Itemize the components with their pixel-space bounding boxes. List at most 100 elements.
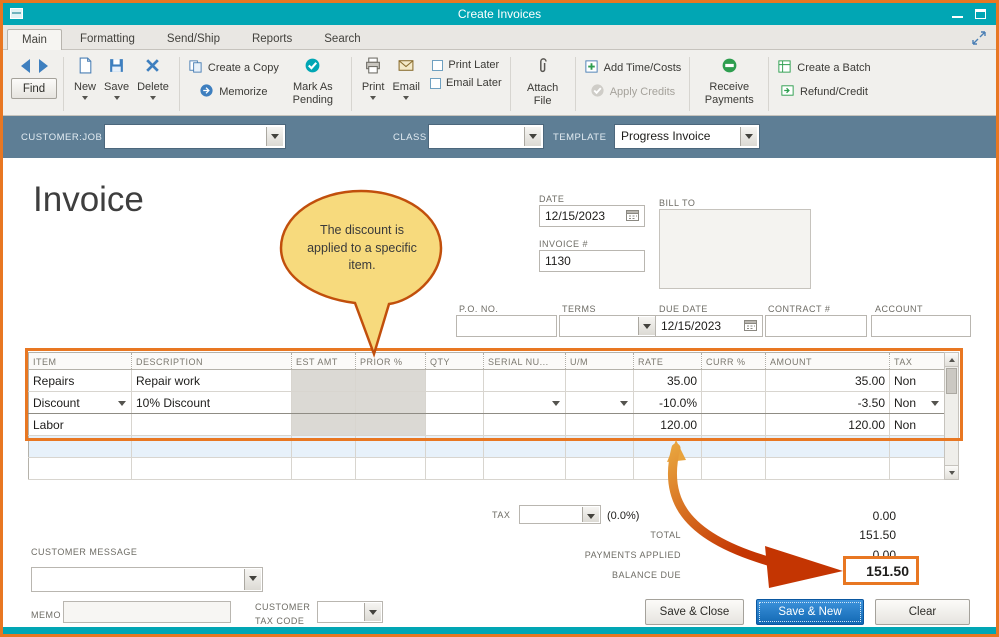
cell-description[interactable]: Repair work <box>131 369 292 392</box>
memo-field[interactable] <box>63 601 231 623</box>
cell-item[interactable]: Discount <box>28 391 132 414</box>
cell-curr-pct[interactable] <box>701 413 766 436</box>
attach-file-button[interactable]: Attach File <box>517 56 569 108</box>
cell-curr-pct[interactable] <box>701 369 766 392</box>
print-later-checkbox-row[interactable]: Print Later <box>430 56 501 74</box>
find-button[interactable]: Find <box>11 78 57 99</box>
table-scrollbar[interactable] <box>944 352 959 480</box>
cell-description[interactable] <box>131 413 292 436</box>
tab-formatting[interactable]: Formatting <box>66 29 149 50</box>
cell-rate[interactable]: 35.00 <box>633 369 702 392</box>
forward-icon[interactable] <box>38 59 48 73</box>
customer-message-select[interactable] <box>31 567 263 592</box>
cell-amount[interactable]: 35.00 <box>765 369 890 392</box>
scroll-up-icon[interactable] <box>945 353 958 367</box>
customer-job-select[interactable] <box>105 125 285 148</box>
customer-tax-code-select[interactable] <box>317 601 383 623</box>
cell-um[interactable] <box>565 369 634 392</box>
due-date-field[interactable]: 12/15/2023 <box>655 315 763 337</box>
apply-credits-button[interactable]: Apply Credits <box>588 80 677 104</box>
cell-tax[interactable]: Non <box>889 413 945 436</box>
scrollbar-thumb[interactable] <box>946 368 957 394</box>
email-later-checkbox-row[interactable]: Email Later <box>428 74 504 92</box>
dropdown-arrow-icon[interactable] <box>931 400 939 410</box>
cell-description[interactable] <box>131 457 292 480</box>
cell-amount[interactable]: -3.50 <box>765 391 890 414</box>
cell-um[interactable] <box>565 457 634 480</box>
delete-button[interactable]: Delete <box>133 56 173 104</box>
cell-qty[interactable] <box>425 413 484 436</box>
dropdown-arrow-icon[interactable] <box>552 400 560 410</box>
invoice-number-field[interactable]: 1130 <box>539 250 645 272</box>
chevron-down-icon[interactable] <box>364 603 381 621</box>
memorize-button[interactable]: Memorize <box>197 80 269 104</box>
cell-amount[interactable] <box>765 435 890 458</box>
cell-tax[interactable]: Non <box>889 391 945 414</box>
cell-tax[interactable] <box>889 457 945 480</box>
cell-item[interactable]: Labor <box>28 413 132 436</box>
email-later-checkbox[interactable] <box>429 77 441 89</box>
cell-serial[interactable] <box>483 457 566 480</box>
cell-rate[interactable] <box>633 435 702 458</box>
save-close-button[interactable]: Save & Close <box>645 599 744 625</box>
tab-search[interactable]: Search <box>310 29 374 50</box>
cell-description[interactable] <box>131 435 292 458</box>
class-select[interactable] <box>429 125 543 148</box>
cell-um[interactable] <box>565 391 634 414</box>
email-button[interactable]: Email <box>388 56 424 104</box>
date-field[interactable]: 12/15/2023 <box>539 205 645 227</box>
cell-item[interactable] <box>28 435 132 458</box>
window-menu-icon[interactable] <box>10 8 23 19</box>
cell-serial[interactable] <box>483 435 566 458</box>
tab-send-ship[interactable]: Send/Ship <box>153 29 234 50</box>
cell-serial[interactable] <box>483 369 566 392</box>
cell-curr-pct[interactable] <box>701 391 766 414</box>
cell-qty[interactable] <box>425 369 484 392</box>
bill-to-box[interactable] <box>659 209 811 289</box>
account-field[interactable] <box>871 315 971 337</box>
cell-qty[interactable] <box>425 457 484 480</box>
print-button[interactable]: Print <box>358 56 389 104</box>
mark-as-pending-button[interactable]: Mark As Pending <box>281 56 345 107</box>
calendar-icon[interactable] <box>626 209 639 224</box>
refund-credit-button[interactable]: Refund/Credit <box>778 80 870 104</box>
cell-rate[interactable] <box>633 457 702 480</box>
create-a-copy-button[interactable]: Create a Copy <box>186 56 281 80</box>
cell-um[interactable] <box>565 435 634 458</box>
cell-amount[interactable] <box>765 457 890 480</box>
receive-payments-button[interactable]: Receive Payments <box>696 56 762 107</box>
collapse-ribbon-icon[interactable] <box>972 31 986 45</box>
cell-item[interactable] <box>28 457 132 480</box>
minimize-icon[interactable] <box>952 16 963 18</box>
tax-select[interactable] <box>519 505 601 524</box>
cell-amount[interactable]: 120.00 <box>765 413 890 436</box>
tab-reports[interactable]: Reports <box>238 29 306 50</box>
terms-select[interactable] <box>559 315 657 337</box>
dropdown-arrow-icon[interactable] <box>118 400 126 410</box>
chevron-down-icon[interactable] <box>244 569 261 590</box>
cell-qty[interactable] <box>425 435 484 458</box>
maximize-icon[interactable] <box>975 9 986 19</box>
cell-item[interactable]: Repairs <box>28 369 132 392</box>
contract-field[interactable] <box>765 315 867 337</box>
chevron-down-icon[interactable] <box>638 317 655 335</box>
cell-um[interactable] <box>565 413 634 436</box>
calendar-icon[interactable] <box>744 319 757 334</box>
cell-qty[interactable] <box>425 391 484 414</box>
cell-serial[interactable] <box>483 391 566 414</box>
save-new-button[interactable]: Save & New <box>756 599 864 625</box>
scroll-down-icon[interactable] <box>945 465 958 479</box>
chevron-down-icon[interactable] <box>524 127 541 146</box>
print-later-checkbox[interactable] <box>432 59 444 71</box>
chevron-down-icon[interactable] <box>266 127 283 146</box>
po-field[interactable] <box>456 315 557 337</box>
cell-curr-pct[interactable] <box>701 435 766 458</box>
cell-tax[interactable]: Non <box>889 369 945 392</box>
cell-tax[interactable] <box>889 435 945 458</box>
clear-button[interactable]: Clear <box>875 599 970 625</box>
back-icon[interactable] <box>20 59 30 73</box>
dropdown-arrow-icon[interactable] <box>620 400 628 410</box>
create-a-batch-button[interactable]: Create a Batch <box>775 56 872 80</box>
template-select[interactable]: Progress Invoice <box>615 125 759 148</box>
cell-description[interactable]: 10% Discount <box>131 391 292 414</box>
